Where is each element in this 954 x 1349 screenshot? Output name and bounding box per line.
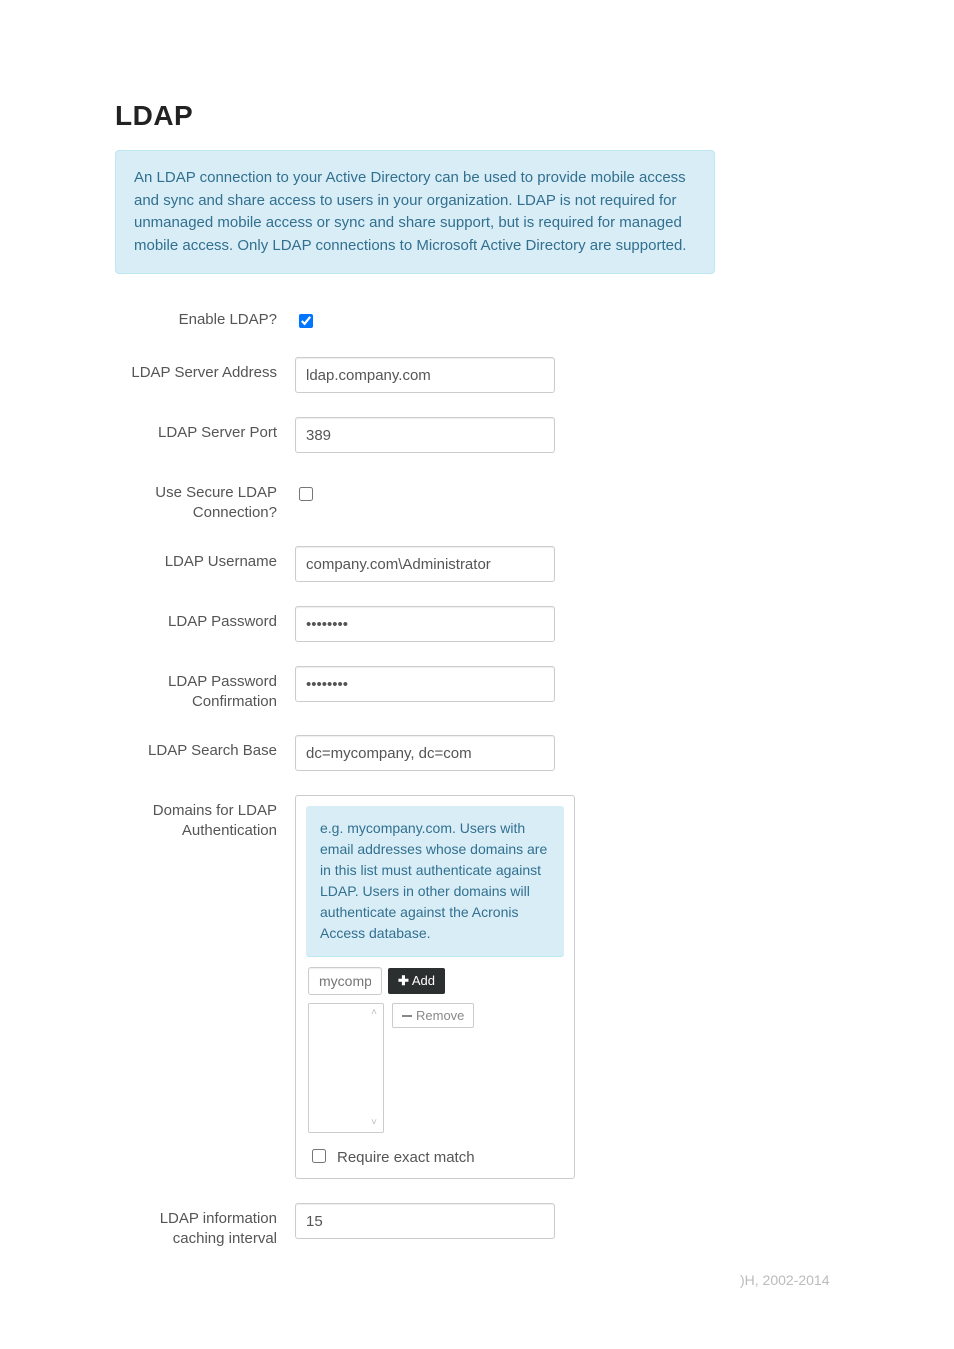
server-port-label: LDAP Server Port: [115, 417, 295, 443]
remove-domain-button[interactable]: Remove: [392, 1003, 474, 1028]
caching-interval-label: LDAP information caching interval: [115, 1203, 295, 1248]
ldap-password-confirm-input[interactable]: [295, 666, 555, 702]
server-port-input[interactable]: [295, 417, 555, 453]
footer-copyright-fragment: )H, 2002-2014: [740, 1272, 830, 1288]
ldap-info-alert: An LDAP connection to your Active Direct…: [115, 150, 715, 274]
page-title: LDAP: [115, 100, 730, 132]
add-domain-button[interactable]: ✚ Add: [388, 968, 445, 994]
ldap-search-base-input[interactable]: [295, 735, 555, 771]
scroll-down-icon[interactable]: ˅: [367, 1116, 381, 1130]
caching-interval-input[interactable]: [295, 1203, 555, 1239]
secure-connection-label: Use Secure LDAP Connection?: [115, 477, 295, 522]
domain-add-input[interactable]: [308, 967, 382, 995]
require-exact-match-label: Require exact match: [337, 1149, 475, 1166]
ldap-search-base-label: LDAP Search Base: [115, 735, 295, 761]
server-address-input[interactable]: [295, 357, 555, 393]
enable-ldap-label: Enable LDAP?: [115, 304, 295, 330]
secure-connection-checkbox[interactable]: [299, 487, 313, 501]
require-exact-match-checkbox[interactable]: [312, 1149, 326, 1163]
add-domain-button-label: Add: [412, 973, 435, 988]
minus-icon: [402, 1015, 412, 1017]
ldap-username-label: LDAP Username: [115, 546, 295, 572]
domains-listbox[interactable]: ˄ ˅: [308, 1003, 384, 1133]
plus-icon: ✚: [398, 973, 409, 988]
ldap-username-input[interactable]: [295, 546, 555, 582]
enable-ldap-checkbox[interactable]: [299, 314, 313, 328]
scroll-up-icon[interactable]: ˄: [367, 1006, 381, 1020]
domains-panel: e.g. mycompany.com. Users with email add…: [295, 795, 575, 1179]
remove-domain-button-label: Remove: [416, 1008, 464, 1023]
ldap-password-label: LDAP Password: [115, 606, 295, 632]
domains-help-text: e.g. mycompany.com. Users with email add…: [306, 806, 564, 957]
ldap-password-confirm-label: LDAP Password Confirmation: [115, 666, 295, 711]
domains-label: Domains for LDAP Authentication: [115, 795, 295, 840]
ldap-password-input[interactable]: [295, 606, 555, 642]
server-address-label: LDAP Server Address: [115, 357, 295, 383]
